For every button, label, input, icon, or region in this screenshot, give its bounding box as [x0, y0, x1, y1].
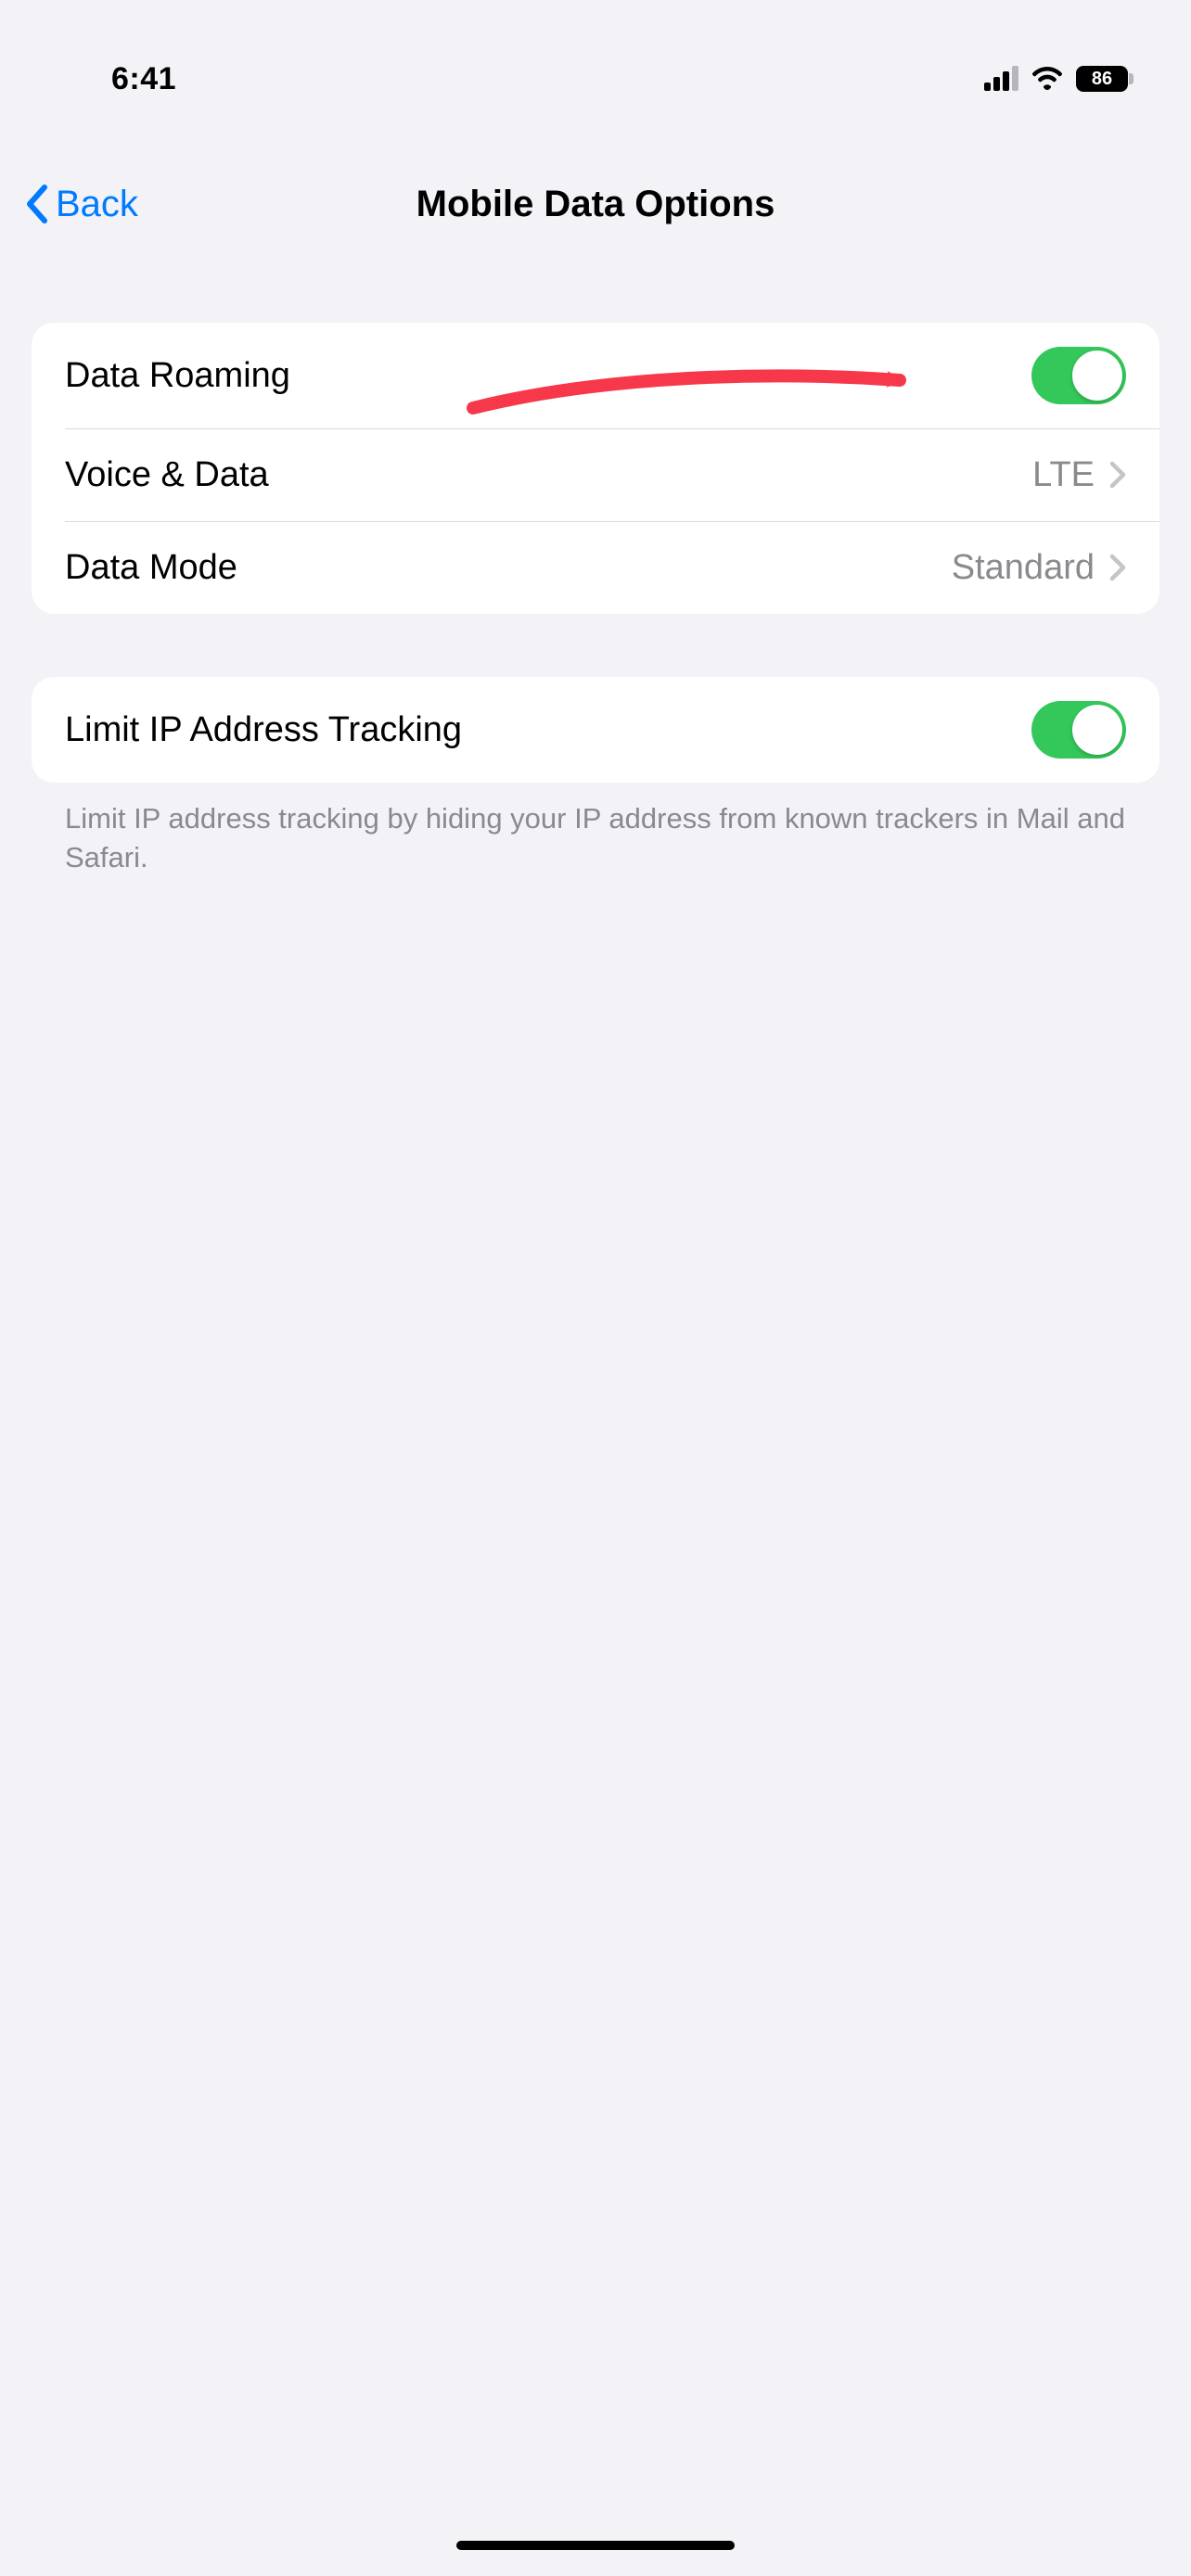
settings-group-ip-tracking: Limit IP Address Tracking	[32, 677, 1159, 783]
cellular-signal-icon	[984, 67, 1018, 91]
chevron-right-icon	[1109, 554, 1126, 581]
wifi-icon	[1031, 67, 1063, 91]
row-label: Data Roaming	[65, 356, 290, 396]
battery-icon: 86	[1076, 66, 1128, 92]
chevron-left-icon	[24, 184, 50, 224]
row-value: LTE	[1032, 455, 1095, 495]
row-label: Voice & Data	[65, 455, 269, 495]
content-area: Data Roaming Voice & Data LTE Data Mode …	[0, 323, 1191, 877]
row-data-roaming[interactable]: Data Roaming	[32, 323, 1159, 428]
limit-ip-tracking-toggle[interactable]	[1031, 701, 1126, 759]
status-bar: 6:41 86	[0, 0, 1191, 121]
row-data-mode[interactable]: Data Mode Standard	[32, 521, 1159, 614]
back-label: Back	[56, 184, 138, 225]
status-indicators: 86	[984, 66, 1135, 92]
page-title: Mobile Data Options	[0, 184, 1191, 225]
row-label: Limit IP Address Tracking	[65, 710, 462, 750]
row-label: Data Mode	[65, 548, 237, 588]
battery-percent: 86	[1092, 69, 1112, 90]
row-limit-ip-tracking[interactable]: Limit IP Address Tracking	[32, 677, 1159, 783]
data-roaming-toggle[interactable]	[1031, 347, 1126, 404]
home-indicator[interactable]	[456, 2541, 735, 2550]
status-time: 6:41	[56, 61, 176, 97]
row-value: Standard	[952, 548, 1095, 588]
back-button[interactable]: Back	[24, 184, 138, 225]
group-footer-text: Limit IP address tracking by hiding your…	[32, 783, 1159, 877]
settings-group-data-options: Data Roaming Voice & Data LTE Data Mode …	[32, 323, 1159, 614]
row-voice-and-data[interactable]: Voice & Data LTE	[32, 428, 1159, 521]
navigation-bar: Back Mobile Data Options	[0, 158, 1191, 250]
chevron-right-icon	[1109, 461, 1126, 489]
